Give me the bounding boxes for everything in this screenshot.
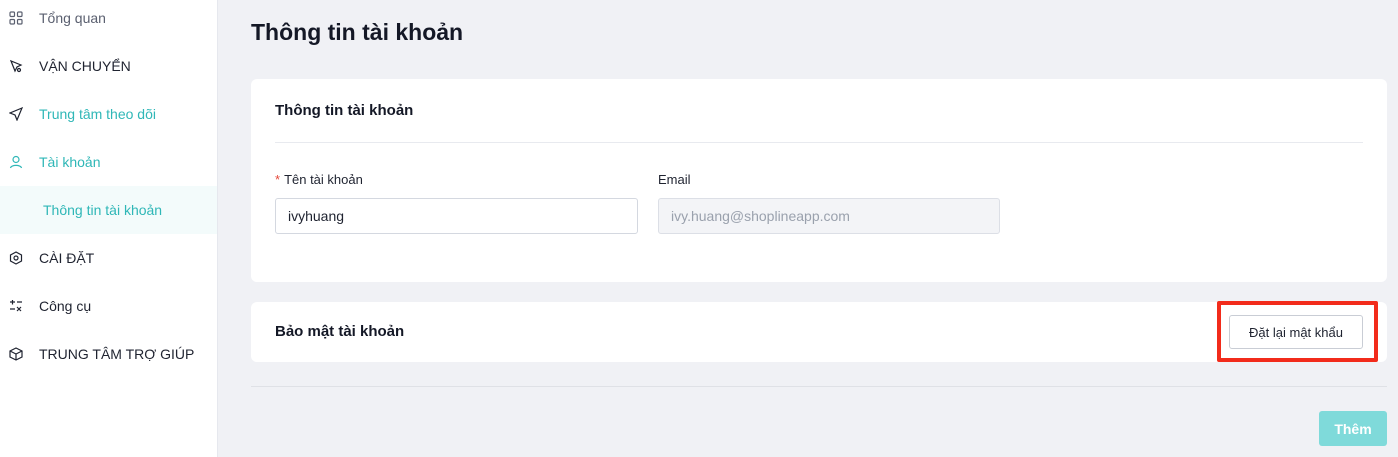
sidebar: Tổng quan VẬN CHUYỂN Trung tâm theo dõi …: [0, 0, 218, 457]
divider: [275, 142, 1363, 143]
username-input[interactable]: ivyhuang: [275, 198, 638, 234]
required-mark: *: [275, 172, 281, 187]
email-value: ivy.huang@shoplineapp.com: [671, 208, 850, 224]
reset-password-button[interactable]: Đặt lại mật khẩu: [1229, 315, 1363, 349]
shipping-icon: [8, 58, 24, 74]
tools-icon: [8, 298, 24, 314]
sidebar-item-label: VẬN CHUYỂN: [39, 58, 131, 74]
account-security-card: Bảo mật tài khoản Đặt lại mật khẩu: [251, 302, 1387, 362]
card-title: Thông tin tài khoản: [275, 102, 414, 119]
page-title: Thông tin tài khoản: [251, 19, 464, 45]
sidebar-item-account[interactable]: Tài khoản: [0, 138, 217, 186]
sidebar-item-label: TRUNG TÂM TRỢ GIÚP: [39, 346, 195, 362]
sidebar-item-account-info[interactable]: Thông tin tài khoản: [0, 186, 217, 234]
username-value: ivyhuang: [288, 208, 345, 224]
sidebar-item-label: Tổng quan: [39, 10, 106, 26]
sidebar-item-settings[interactable]: CÀI ĐẶT: [0, 234, 217, 282]
username-label: * Tên tài khoản: [275, 172, 363, 187]
sidebar-item-shipping[interactable]: VẬN CHUYỂN: [0, 42, 217, 90]
help-box-icon: [8, 346, 24, 362]
sidebar-item-label: Công cụ: [39, 298, 92, 314]
sidebar-item-tracking[interactable]: Trung tâm theo dõi: [0, 90, 217, 138]
sidebar-item-label: Tài khoản: [39, 154, 101, 170]
send-icon: [8, 106, 24, 122]
sidebar-item-label: Thông tin tài khoản: [43, 202, 163, 218]
sidebar-item-label: CÀI ĐẶT: [39, 250, 95, 266]
sidebar-item-overview[interactable]: Tổng quan: [0, 0, 217, 42]
settings-hex-icon: [8, 250, 24, 266]
sidebar-item-help-center[interactable]: TRUNG TÂM TRỢ GIÚP: [0, 330, 217, 378]
sidebar-item-tools[interactable]: Công cụ: [0, 282, 217, 330]
username-label-text: Tên tài khoản: [284, 172, 363, 187]
card-title: Bảo mật tài khoản: [275, 323, 405, 340]
dashboard-icon: [8, 10, 24, 26]
email-input: ivy.huang@shoplineapp.com: [658, 198, 1000, 234]
add-button[interactable]: Thêm: [1319, 411, 1387, 446]
sidebar-item-label: Trung tâm theo dõi: [39, 106, 156, 122]
user-icon: [8, 154, 24, 170]
divider: [251, 386, 1387, 387]
email-label: Email: [658, 172, 691, 187]
account-info-card: Thông tin tài khoản * Tên tài khoản ivyhu…: [251, 79, 1387, 282]
